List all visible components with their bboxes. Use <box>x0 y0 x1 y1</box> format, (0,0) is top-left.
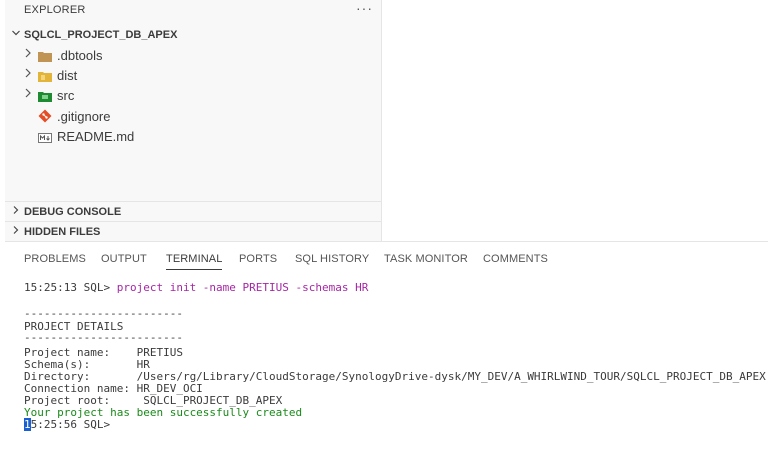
tree-item-label: .gitignore <box>57 109 111 124</box>
terminal-command-line: 15:25:13 SQL> project init -name PRETIUS… <box>24 282 368 294</box>
tree-item-dbtools[interactable]: .dbtools <box>5 45 382 65</box>
terminal-prompt: 5:25:56 SQL> <box>30 418 111 431</box>
tree-item-label: .dbtools <box>57 48 103 63</box>
terminal-rule: ------------------------ <box>24 307 183 320</box>
chevron-down-icon <box>11 28 21 41</box>
git-icon <box>38 109 52 123</box>
explorer-title: EXPLORER <box>24 4 86 16</box>
terminal-success-message: Your project has been successfully creat… <box>24 406 303 419</box>
tab-sql-history[interactable]: SQL HISTORY <box>295 253 369 265</box>
terminal-detail-line: Project root: SQLCL_PROJECT_DB_APEX <box>24 394 283 407</box>
tree-item-readme[interactable]: README.md <box>5 126 382 146</box>
chevron-right-icon <box>11 205 21 218</box>
chevron-right-icon <box>23 46 33 63</box>
tab-task-monitor[interactable]: TASK MONITOR <box>384 253 468 265</box>
src-folder-icon <box>38 89 52 102</box>
tab-terminal[interactable]: TERMINAL <box>166 253 223 270</box>
tree-item-label: src <box>57 88 75 103</box>
terminal-detail-line: Connection name: HR_DEV_OCI <box>24 382 203 395</box>
tree-item-dist[interactable]: dist <box>5 65 382 85</box>
tree-item-gitignore[interactable]: .gitignore <box>5 106 382 126</box>
terminal-rule: ------------------------ <box>24 331 183 344</box>
folder-icon <box>38 49 52 62</box>
tab-ports[interactable]: PORTS <box>239 253 277 265</box>
tab-output[interactable]: OUTPUT <box>101 253 147 265</box>
terminal-detail-line: Directory: /Users/rg/Library/CloudStorag… <box>24 370 766 383</box>
terminal-cursor: 1 <box>24 418 31 431</box>
tree-item-label: README.md <box>57 129 135 144</box>
hidden-files-section[interactable]: HIDDEN FILES <box>5 221 382 241</box>
bottom-panel: PROBLEMS OUTPUT TERMINAL PORTS SQL HISTO… <box>5 241 768 451</box>
tree-item-src[interactable]: src <box>5 85 382 105</box>
tab-comments[interactable]: COMMENTS <box>483 253 548 265</box>
chevron-right-icon <box>23 86 33 103</box>
terminal-detail-line: Schema(s): HR <box>24 358 150 371</box>
dist-folder-icon <box>38 69 52 82</box>
project-folder-label: SQLCL_PROJECT_DB_APEX <box>24 29 178 41</box>
more-actions-icon[interactable]: ··· <box>356 0 373 16</box>
panel-tabs: PROBLEMS OUTPUT TERMINAL PORTS SQL HISTO… <box>5 242 768 272</box>
chevron-right-icon <box>23 66 33 83</box>
explorer-header: EXPLORER ··· <box>5 0 382 20</box>
terminal-detail-line: Project name: PRETIUS <box>24 346 183 359</box>
hidden-files-label: HIDDEN FILES <box>24 226 101 238</box>
debug-console-section[interactable]: DEBUG CONSOLE <box>5 201 382 221</box>
debug-console-label: DEBUG CONSOLE <box>24 206 122 218</box>
terminal-prompt-line[interactable]: 15:25:56 SQL> <box>24 418 111 431</box>
chevron-right-icon <box>11 225 21 238</box>
explorer-sidebar: EXPLORER ··· SQLCL_PROJECT_DB_APEX .dbto… <box>5 0 382 241</box>
editor-area <box>383 0 768 241</box>
terminal-output[interactable]: 15:25:13 SQL> project init -name PRETIUS… <box>24 278 766 431</box>
tab-problems[interactable]: PROBLEMS <box>24 253 86 265</box>
tree-item-label: dist <box>57 68 78 83</box>
terminal-prompt: 15:25:13 SQL> <box>24 281 117 294</box>
terminal-command: project init -name PRETIUS -schemas HR <box>116 281 369 294</box>
project-folder-section[interactable]: SQLCL_PROJECT_DB_APEX <box>5 25 382 45</box>
markdown-icon <box>38 130 52 143</box>
